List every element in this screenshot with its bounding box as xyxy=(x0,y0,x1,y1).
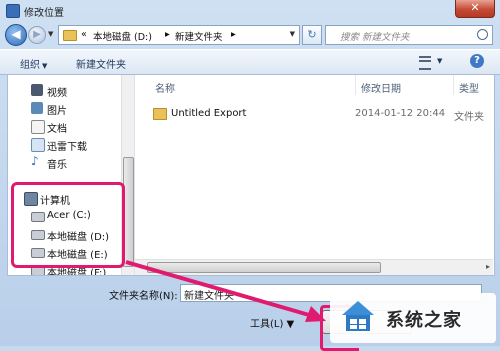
site-watermark: 系统之家 xyxy=(330,293,496,343)
arrow-line xyxy=(125,260,317,319)
arrow-head xyxy=(305,306,326,322)
dialog-window: 修改位置 ✕ ◀ ▶ ▼ « 本地磁盘 (D:) ▸ 新建文件夹 ▸ ▼ ↻ 搜… xyxy=(0,0,500,351)
watermark-logo-icon xyxy=(342,301,374,331)
watermark-text: 系统之家 xyxy=(386,310,462,331)
